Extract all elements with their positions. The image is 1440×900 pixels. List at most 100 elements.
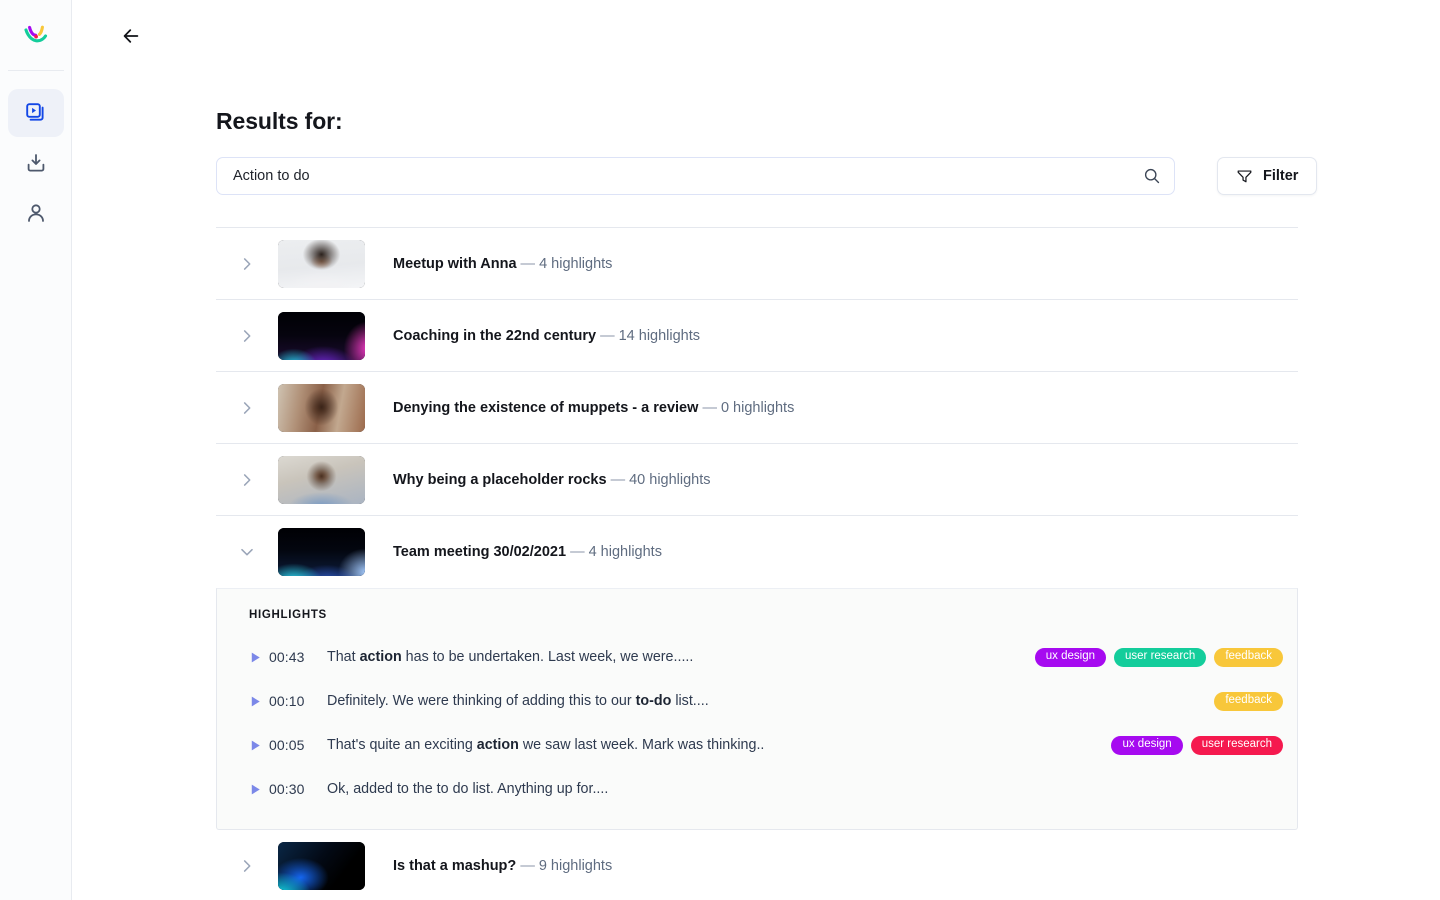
chevron-right-icon bbox=[243, 329, 251, 342]
highlight-row[interactable]: 00:10 Definitely. We were thinking of add… bbox=[217, 679, 1297, 723]
expand-toggle[interactable] bbox=[216, 399, 278, 417]
highlight-match-term: action bbox=[476, 737, 519, 753]
result-highlight-count: 0 highlights bbox=[720, 399, 795, 416]
video-thumbnail[interactable] bbox=[278, 455, 365, 504]
play-highlight-button[interactable] bbox=[249, 651, 269, 664]
expand-toggle[interactable] bbox=[216, 471, 278, 489]
result-row[interactable]: Denying the existence of muppets - a rev… bbox=[216, 372, 1298, 444]
highlight-timestamp: 00:10 bbox=[269, 693, 305, 709]
result-highlight-count: 40 highlights bbox=[629, 471, 711, 488]
page-title: Results for: bbox=[216, 108, 343, 134]
highlight-tags: ux design user research bbox=[1111, 735, 1283, 755]
video-thumbnail[interactable] bbox=[278, 311, 365, 360]
play-icon bbox=[251, 784, 260, 794]
sidebar-divider bbox=[7, 70, 64, 71]
result-title: Why being a placeholder rocks bbox=[393, 471, 607, 488]
play-highlight-button[interactable] bbox=[249, 695, 269, 708]
play-highlight-button[interactable] bbox=[249, 739, 269, 752]
back-button[interactable] bbox=[114, 19, 148, 53]
thumbnail-image bbox=[278, 528, 365, 576]
app-root: Results for: Action to do Filter Meetup … bbox=[0, 0, 1440, 900]
collapse-toggle[interactable] bbox=[216, 543, 278, 561]
highlight-row[interactable]: 00:30 Ok, added to the to do list. Anythi… bbox=[217, 767, 1297, 811]
result-title: Team meeting 30/02/2021 bbox=[393, 544, 567, 560]
result-title: Coaching in the 22nd century bbox=[393, 327, 597, 344]
video-library-icon bbox=[25, 103, 44, 121]
video-thumbnail[interactable] bbox=[278, 383, 365, 432]
user-icon bbox=[27, 204, 44, 222]
play-icon bbox=[251, 696, 260, 706]
logo[interactable] bbox=[0, 0, 71, 70]
result-separator: — bbox=[600, 327, 615, 344]
expand-toggle[interactable] bbox=[216, 255, 278, 273]
tag-chip[interactable]: feedback bbox=[1214, 691, 1283, 711]
thumbnail-image bbox=[278, 455, 365, 504]
thumbnail-image bbox=[278, 311, 365, 360]
filter-label: Filter bbox=[1263, 168, 1299, 184]
search-button[interactable] bbox=[1142, 166, 1162, 186]
result-row[interactable]: Coaching in the 22nd century — 14 highli… bbox=[216, 300, 1298, 372]
search-row: Filter bbox=[216, 157, 1318, 195]
arrow-left-icon bbox=[123, 29, 139, 43]
play-icon bbox=[251, 740, 260, 750]
result-row[interactable]: Is that a mashup? — 9 highlights bbox=[216, 830, 1298, 900]
result-row[interactable]: Meetup with Anna — 4 highlights bbox=[216, 228, 1298, 300]
tag-chip[interactable]: user research bbox=[1114, 647, 1207, 667]
video-thumbnail[interactable] bbox=[278, 239, 365, 288]
play-icon bbox=[251, 652, 260, 662]
tag-chip[interactable]: ux design bbox=[1111, 735, 1183, 755]
highlight-timestamp: 00:05 bbox=[269, 737, 305, 753]
search-input[interactable] bbox=[217, 158, 1174, 194]
highlight-text-before: That's quite an exciting bbox=[327, 737, 477, 753]
search-box[interactable] bbox=[216, 157, 1175, 195]
thumbnail-image bbox=[278, 383, 365, 432]
filter-button[interactable]: Filter bbox=[1217, 157, 1318, 195]
expand-toggle[interactable] bbox=[216, 857, 278, 875]
highlights-section-label: HIGHLIGHTS bbox=[249, 609, 327, 621]
result-title: Meetup with Anna bbox=[393, 255, 517, 272]
tag-chip[interactable]: ux design bbox=[1034, 647, 1106, 667]
highlights-panel: HIGHLIGHTS 00:43 That action has to be und… bbox=[216, 588, 1298, 830]
highlight-tags: feedback bbox=[1214, 691, 1283, 711]
chevron-down-icon bbox=[241, 548, 253, 556]
play-highlight-button[interactable] bbox=[249, 783, 269, 796]
chevron-right-icon bbox=[243, 473, 251, 486]
result-separator: — bbox=[520, 255, 536, 272]
video-thumbnail[interactable] bbox=[278, 528, 365, 576]
highlight-row[interactable]: 00:05 That's quite an exciting action we … bbox=[217, 723, 1297, 767]
result-separator: — bbox=[520, 857, 535, 874]
tag-chip[interactable]: feedback bbox=[1214, 647, 1283, 667]
highlight-text-after: has to be undertaken. Last week, we were… bbox=[401, 649, 694, 665]
sidebar-item-downloads[interactable] bbox=[8, 139, 64, 187]
result-highlight-count: 4 highlights bbox=[588, 544, 662, 560]
sidebar bbox=[0, 0, 72, 900]
search-icon bbox=[1144, 168, 1160, 184]
highlight-text: Ok, added to the to do list. Anything up… bbox=[327, 781, 1283, 797]
tag-chip[interactable]: user research bbox=[1190, 735, 1283, 755]
result-row[interactable]: Why being a placeholder rocks — 40 highl… bbox=[216, 444, 1298, 516]
result-separator: — bbox=[570, 544, 585, 560]
result-label: Is that a mashup? — 9 highlights bbox=[393, 858, 612, 874]
chevron-right-icon bbox=[243, 859, 251, 872]
expand-toggle[interactable] bbox=[216, 327, 278, 345]
highlight-text-before: Ok, added to the to do list. Anything up… bbox=[327, 781, 609, 797]
sidebar-item-account[interactable] bbox=[8, 189, 64, 237]
sidebar-item-library[interactable] bbox=[7, 89, 64, 137]
result-highlight-count: 4 highlights bbox=[539, 255, 613, 272]
result-title: Denying the existence of muppets - a rev… bbox=[393, 399, 699, 416]
result-highlight-count: 9 highlights bbox=[538, 857, 613, 874]
results-list: Meetup with Anna — 4 highlights Coaching … bbox=[216, 227, 1298, 900]
result-title: Is that a mashup? bbox=[393, 857, 517, 874]
content-area: Results for: Action to do Filter Meetup … bbox=[72, 108, 1440, 900]
result-row[interactable]: Team meeting 30/02/2021 — 4 highlights bbox=[216, 516, 1298, 588]
highlight-text-after: we saw last week. Mark was thinking.. bbox=[518, 737, 765, 753]
video-thumbnail[interactable] bbox=[278, 841, 365, 890]
highlight-timestamp: 00:30 bbox=[269, 781, 305, 797]
highlight-row[interactable]: 00:43 That action has to be undertaken. L… bbox=[217, 635, 1297, 679]
chevron-right-icon bbox=[243, 401, 251, 414]
highlight-tags: ux design user research feedback bbox=[1034, 647, 1283, 667]
result-label: Why being a placeholder rocks — 40 highl… bbox=[393, 472, 711, 488]
result-label: Team meeting 30/02/2021 — 4 highlights bbox=[393, 544, 662, 560]
thumbnail-image bbox=[278, 841, 365, 890]
chevron-right-icon bbox=[243, 257, 251, 270]
